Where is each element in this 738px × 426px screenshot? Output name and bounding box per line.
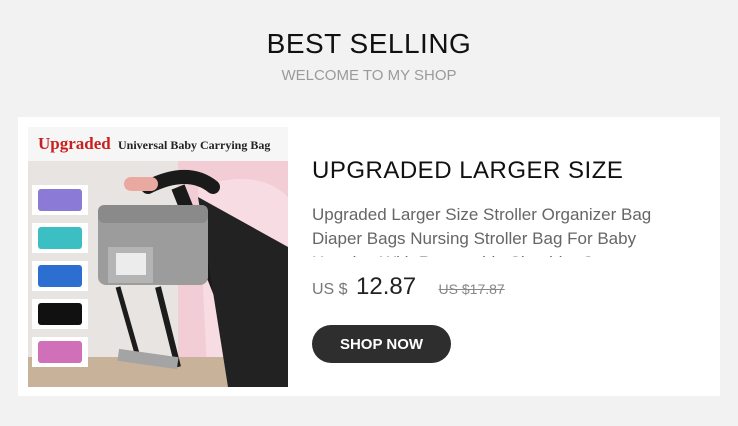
original-price: US $17.87: [438, 281, 505, 297]
product-title[interactable]: UPGRADED LARGER SIZE: [312, 157, 623, 185]
swatch-teal: [38, 227, 82, 249]
swatch-black: [38, 303, 82, 325]
product-description: Upgraded Larger Size Stroller Organizer …: [312, 205, 652, 257]
section-subtitle: WELCOME TO MY SHOP: [281, 67, 457, 84]
image-headline-black: Universal Baby Carrying Bag: [118, 138, 270, 152]
price-currency: US $: [312, 281, 348, 298]
current-price: 12.87: [356, 273, 417, 300]
price-row: US $ 12.87 US $17.87: [312, 273, 505, 301]
swatch-purple: [38, 189, 82, 211]
product-photo: Upgraded Universal Baby Carrying Bag: [28, 127, 288, 387]
image-headline-red: Upgraded: [38, 134, 111, 153]
swatch-pink: [38, 341, 82, 363]
shop-now-button[interactable]: SHOP NOW: [312, 325, 451, 363]
product-card: Upgraded Universal Baby Carrying Bag UPG…: [18, 117, 720, 396]
product-image[interactable]: Upgraded Universal Baby Carrying Bag: [28, 127, 288, 387]
swatch-blue: [38, 265, 82, 287]
section-title: BEST SELLING: [266, 28, 472, 59]
